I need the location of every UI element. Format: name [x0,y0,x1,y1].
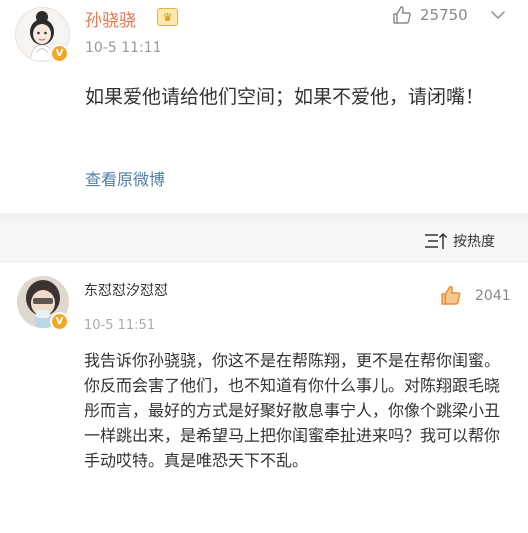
original-post: V 孙骁骁 ♛ 10-5 11:11 25750 如果爱他请给他们空间；如果不爱… [0,0,528,213]
post-timestamp: 10-5 11:11 [85,40,162,56]
comment-timestamp: 10-5 11:51 [84,318,156,333]
sort-by-hot-button[interactable]: 按热度 [453,231,495,251]
verified-badge-icon: V [50,44,69,63]
verified-badge-icon: V [50,312,69,331]
chevron-down-icon[interactable] [491,10,505,20]
post-like-count: 25750 [420,6,468,24]
view-original-link[interactable]: 查看原微博 [85,166,165,190]
post-content: 如果爱他请给他们空间；如果不爱他，请闭嘴！ [85,86,485,108]
comment-like-count: 2041 [475,288,511,304]
thumbs-up-icon[interactable] [440,284,462,306]
thumbs-up-icon[interactable] [392,5,412,25]
comment-content: 我告诉你孙骁骁，你这不是在帮陈翔，更不是在帮你闺蜜。你反而会害了他们，也不知道有… [84,351,501,470]
comment-sort-bar: 按热度 [0,223,528,262]
crown-icon: ♛ [157,8,178,26]
section-divider [0,213,528,223]
sort-icon[interactable] [424,231,448,251]
post-author-name[interactable]: 孙骁骁 [85,6,136,31]
comment-author-name[interactable]: 东怼怼汐怼怼 [84,280,168,300]
